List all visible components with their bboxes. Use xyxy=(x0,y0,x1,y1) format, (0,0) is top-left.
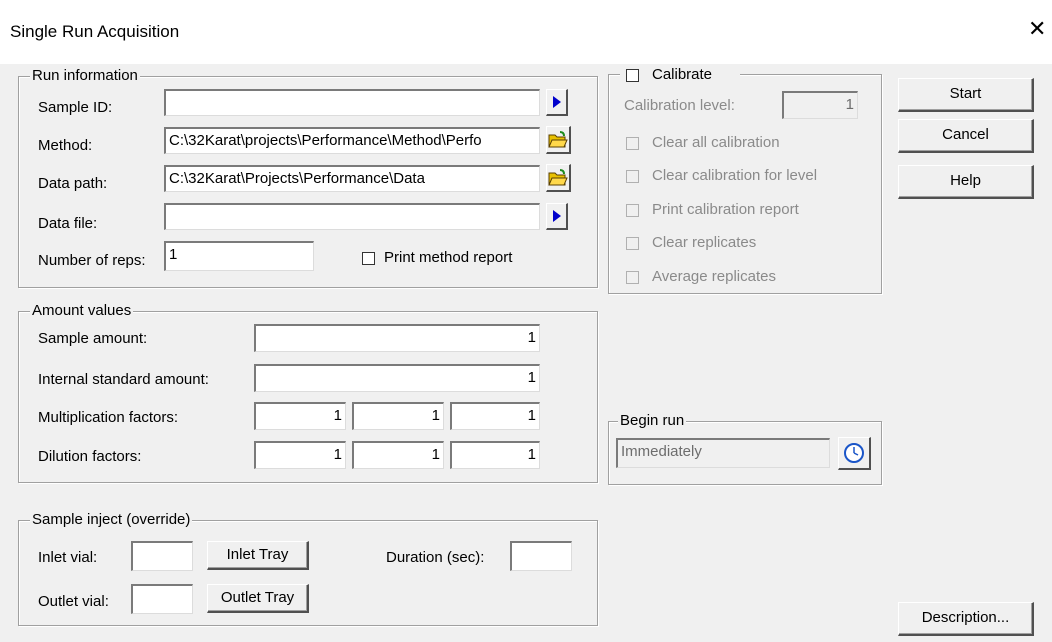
close-icon[interactable]: ✕ xyxy=(1028,18,1046,40)
method-browse-button[interactable] xyxy=(546,126,571,154)
sample-inject-legend: Sample inject (override) xyxy=(30,511,193,528)
duration-input[interactable] xyxy=(510,541,572,571)
calibration-level-input: 1 xyxy=(782,91,858,119)
clear-calibration-for-level-checkbox xyxy=(626,170,639,183)
method-label: Method: xyxy=(38,137,93,154)
duration-label: Duration (sec): xyxy=(386,549,485,566)
average-replicates-label: Average replicates xyxy=(652,268,776,285)
begin-run-legend: Begin run xyxy=(618,412,687,429)
method-input[interactable]: C:\32Karat\projects\Performance\Method\P… xyxy=(164,127,540,154)
multiplication-factors-label: Multiplication factors: xyxy=(38,409,179,426)
data-file-input[interactable] xyxy=(164,203,540,230)
schedule-button[interactable] xyxy=(838,437,871,470)
begin-run-input: Immediately xyxy=(616,438,830,468)
run-information-legend: Run information xyxy=(30,67,140,84)
average-replicates-checkbox xyxy=(626,271,639,284)
istd-amount-input[interactable]: 1 xyxy=(254,364,540,392)
outlet-vial-label: Outlet vial: xyxy=(38,593,109,610)
inlet-vial-label: Inlet vial: xyxy=(38,549,98,566)
multiplication-factor-2-input[interactable]: 1 xyxy=(352,402,444,430)
open-folder-icon xyxy=(548,168,568,185)
data-file-arrow-button[interactable] xyxy=(546,203,568,230)
arrow-right-icon xyxy=(552,210,561,222)
window-title: Single Run Acquisition xyxy=(10,22,180,41)
sample-amount-input[interactable]: 1 xyxy=(254,324,540,352)
istd-amount-label: Internal standard amount: xyxy=(38,371,209,388)
multiplication-factor-3-input[interactable]: 1 xyxy=(450,402,540,430)
print-calibration-report-label: Print calibration report xyxy=(652,201,799,218)
dilution-factor-3-input[interactable]: 1 xyxy=(450,441,540,469)
clear-calibration-for-level-label: Clear calibration for level xyxy=(652,167,818,184)
sample-amount-label: Sample amount: xyxy=(38,330,148,347)
print-method-report-label: Print method report xyxy=(384,249,513,266)
calibrate-label: Calibrate xyxy=(652,66,713,83)
reps-label: Number of reps: xyxy=(38,252,146,269)
calibrate-checkbox[interactable] xyxy=(626,69,639,82)
dilution-factor-2-input[interactable]: 1 xyxy=(352,441,444,469)
sample-id-input[interactable] xyxy=(164,89,540,116)
clear-all-calibration-checkbox xyxy=(626,137,639,150)
inlet-vial-input[interactable] xyxy=(131,541,193,571)
reps-input[interactable]: 1 xyxy=(164,241,314,271)
print-method-report-checkbox[interactable] xyxy=(362,252,375,265)
outlet-vial-input[interactable] xyxy=(131,584,193,614)
amount-values-legend: Amount values xyxy=(30,302,134,319)
print-calibration-report-checkbox xyxy=(626,204,639,217)
multiplication-factor-1-input[interactable]: 1 xyxy=(254,402,346,430)
description-button[interactable]: Description... xyxy=(898,602,1034,636)
clear-all-calibration-label: Clear all calibration xyxy=(652,134,780,151)
cancel-button[interactable]: Cancel xyxy=(898,119,1034,153)
outlet-tray-button[interactable]: Outlet Tray xyxy=(207,584,309,613)
data-file-label: Data file: xyxy=(38,215,98,232)
data-path-input[interactable]: C:\32Karat\Projects\Performance\Data xyxy=(164,165,540,192)
data-path-browse-button[interactable] xyxy=(546,164,571,192)
dilution-factors-label: Dilution factors: xyxy=(38,448,142,465)
start-button[interactable]: Start xyxy=(898,78,1034,112)
sample-id-label: Sample ID: xyxy=(38,99,113,116)
help-button[interactable]: Help xyxy=(898,165,1034,199)
open-folder-icon xyxy=(548,130,568,147)
clear-replicates-checkbox xyxy=(626,237,639,250)
inlet-tray-button[interactable]: Inlet Tray xyxy=(207,541,309,570)
dilution-factor-1-input[interactable]: 1 xyxy=(254,441,346,469)
clock-icon xyxy=(844,443,864,463)
arrow-right-icon xyxy=(552,96,561,108)
calibration-level-label: Calibration level: xyxy=(624,97,735,114)
data-path-label: Data path: xyxy=(38,175,108,192)
clear-replicates-label: Clear replicates xyxy=(652,234,757,251)
sample-id-arrow-button[interactable] xyxy=(546,89,568,116)
